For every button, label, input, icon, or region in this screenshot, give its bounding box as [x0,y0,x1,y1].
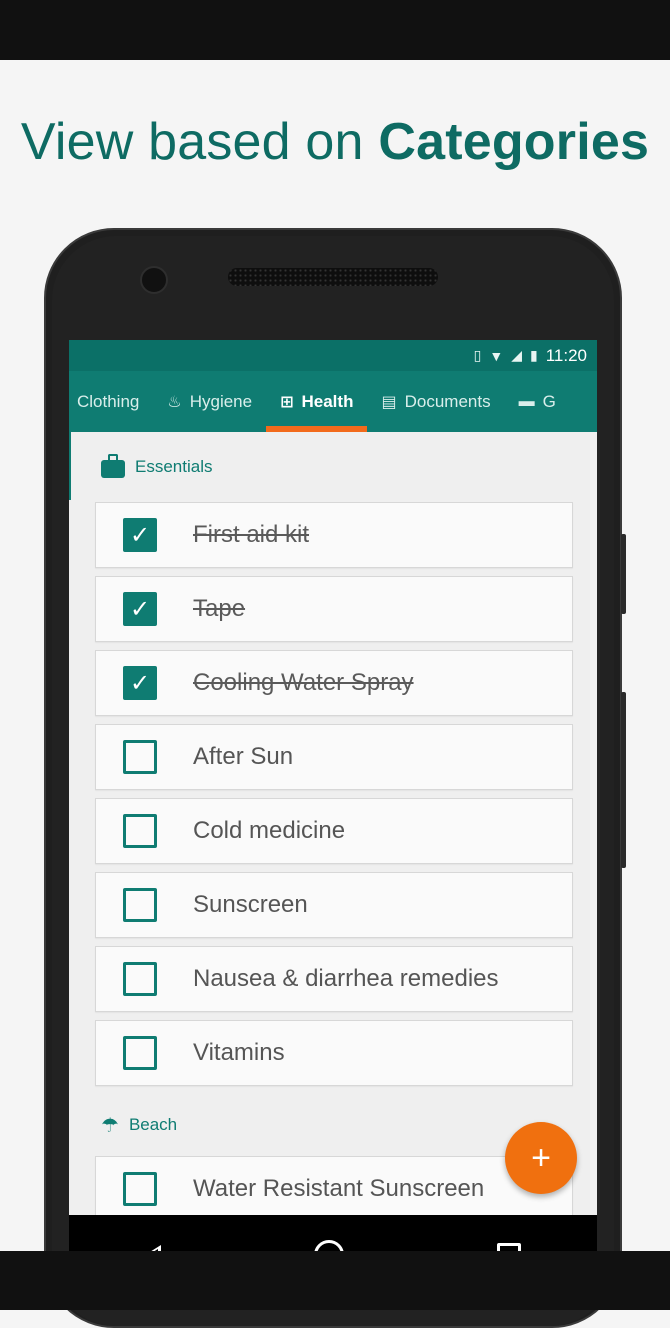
item-checkbox[interactable] [123,962,157,996]
add-item-button[interactable]: + [505,1122,577,1194]
headline-bold: Categories [378,113,650,171]
clock: 11:20 [545,345,587,365]
speaker-grille [228,268,438,286]
plus-icon: + [531,1138,551,1177]
category-tabs: Clothing ♨ Hygiene ⊞ Health ▤ Documents … [69,371,597,432]
item-checkbox[interactable] [123,1172,157,1206]
volume-button [621,534,626,614]
home-icon[interactable] [313,1240,344,1251]
tab-documents[interactable]: ▤ Documents [367,371,504,432]
list-item[interactable]: Sunscreen [95,872,573,938]
bottom-frame-bar [0,1251,670,1310]
recent-apps-icon[interactable] [496,1243,521,1251]
briefcase-icon [101,454,125,478]
tab-clothing[interactable]: Clothing [69,371,153,432]
page-headline: View based on Categories [0,112,670,172]
gamepad-icon: ▬ [518,392,535,410]
tab-label: Hygiene [189,391,253,411]
section-title: Essentials [135,457,213,476]
scroll-indicator [69,432,71,500]
app-screen: ▯ ▼ ◢ ▮ 11:20 Clothing ♨ Hygiene ⊞ Healt… [69,340,597,1251]
tab-label: Health [301,391,354,411]
item-checkbox[interactable] [123,1036,157,1070]
tab-hygiene[interactable]: ♨ Hygiene [153,371,266,432]
tab-label: Documents [404,391,491,411]
list-item[interactable]: Water Resistant Sunscreen [95,1156,573,1222]
headline-regular: View based on [20,113,379,171]
item-label: Vitamins [193,1039,285,1066]
section-header-essentials: Essentials [69,432,597,502]
item-checkbox[interactable]: ✓ [123,592,157,626]
list-item[interactable]: After Sun [95,724,573,790]
signal-icon: ◢ [511,347,522,363]
system-nav-bar [69,1215,597,1251]
list-item[interactable]: ✓ Tape [95,576,573,642]
tab-label: G [542,391,556,411]
list-item[interactable]: Vitamins [95,1020,573,1086]
category-content: Essentials ✓ First aid kit ✓ Tape ✓ Cool… [69,432,597,1222]
item-checkbox[interactable]: ✓ [123,518,157,552]
item-label: Nausea & diarrhea remedies [193,965,499,992]
list-item[interactable]: Cold medicine [95,798,573,864]
vibrate-icon: ▯ [473,347,482,363]
item-checkbox[interactable]: ✓ [123,666,157,700]
list-item[interactable]: ✓ First aid kit [95,502,573,568]
camera-icon [140,266,168,294]
list-item[interactable]: Nausea & diarrhea remedies [95,946,573,1012]
item-label: Cooling Water Spray [193,669,414,696]
item-label: First aid kit [193,521,310,548]
section-title: Beach [128,1115,178,1134]
status-bar: ▯ ▼ ◢ ▮ 11:20 [69,340,597,371]
list-item[interactable]: ✓ Cooling Water Spray [95,650,573,716]
wifi-icon: ▼ [489,347,504,364]
essentials-list: ✓ First aid kit ✓ Tape ✓ Cooling Water S… [69,502,597,1086]
umbrella-icon: ☂ [101,1114,119,1137]
item-label: Cold medicine [193,817,346,844]
tab-games[interactable]: ▬ G [505,371,570,432]
item-checkbox[interactable] [123,740,157,774]
tab-health[interactable]: ⊞ Health [266,371,368,432]
sink-icon: ♨ [167,393,182,411]
item-label: Water Resistant Sunscreen [193,1175,485,1202]
first-aid-icon: ⊞ [280,393,294,411]
item-label: Tape [193,595,246,622]
item-checkbox[interactable] [123,888,157,922]
item-checkbox[interactable] [123,814,157,848]
battery-icon: ▮ [530,347,538,363]
top-frame-bar [0,0,670,60]
documents-icon: ▤ [381,393,397,411]
power-button [621,692,626,868]
item-label: Sunscreen [193,891,308,918]
tab-label: Clothing [77,391,140,411]
item-label: After Sun [193,743,294,770]
